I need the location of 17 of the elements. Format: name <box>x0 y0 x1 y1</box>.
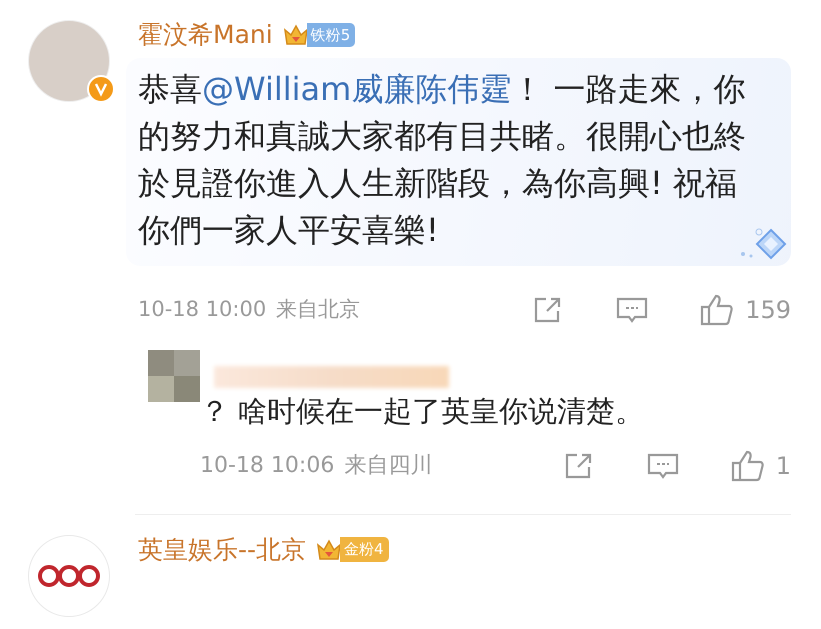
fan-level-badge: 铁粉5 <box>306 22 356 48</box>
username[interactable]: 霍汶希Mani <box>138 20 273 50</box>
like-button[interactable]: 1 <box>730 448 791 484</box>
comment-text: ？ 啥时候在一起了英皇你说清楚。 <box>200 393 646 430</box>
comment-location: 来自四川 <box>344 452 432 480</box>
comment-button[interactable] <box>615 295 650 325</box>
comment-time: 10-18 10:00 <box>138 296 266 324</box>
mention-link[interactable]: @William威廉陈伟霆 <box>202 70 512 108</box>
thumbs-up-icon <box>699 293 736 327</box>
comment-location: 来自北京 <box>276 296 360 324</box>
like-button[interactable]: 159 <box>699 292 791 328</box>
fan-level-badge: 金粉4 <box>340 537 389 562</box>
comment-time: 10-18 10:06 <box>200 452 334 480</box>
comment-icon <box>615 295 650 325</box>
thumbs-up-icon <box>730 448 766 482</box>
username[interactable]: 英皇娱乐--北京 <box>138 534 306 564</box>
comment-text: 恭喜@William威廉陈伟霆！ 一路走來，你的努力和真誠大家都有目共睹。很開心也終於見證你進入人生新階段，為你高興! 祝福你們一家人平安喜樂! <box>138 69 747 251</box>
